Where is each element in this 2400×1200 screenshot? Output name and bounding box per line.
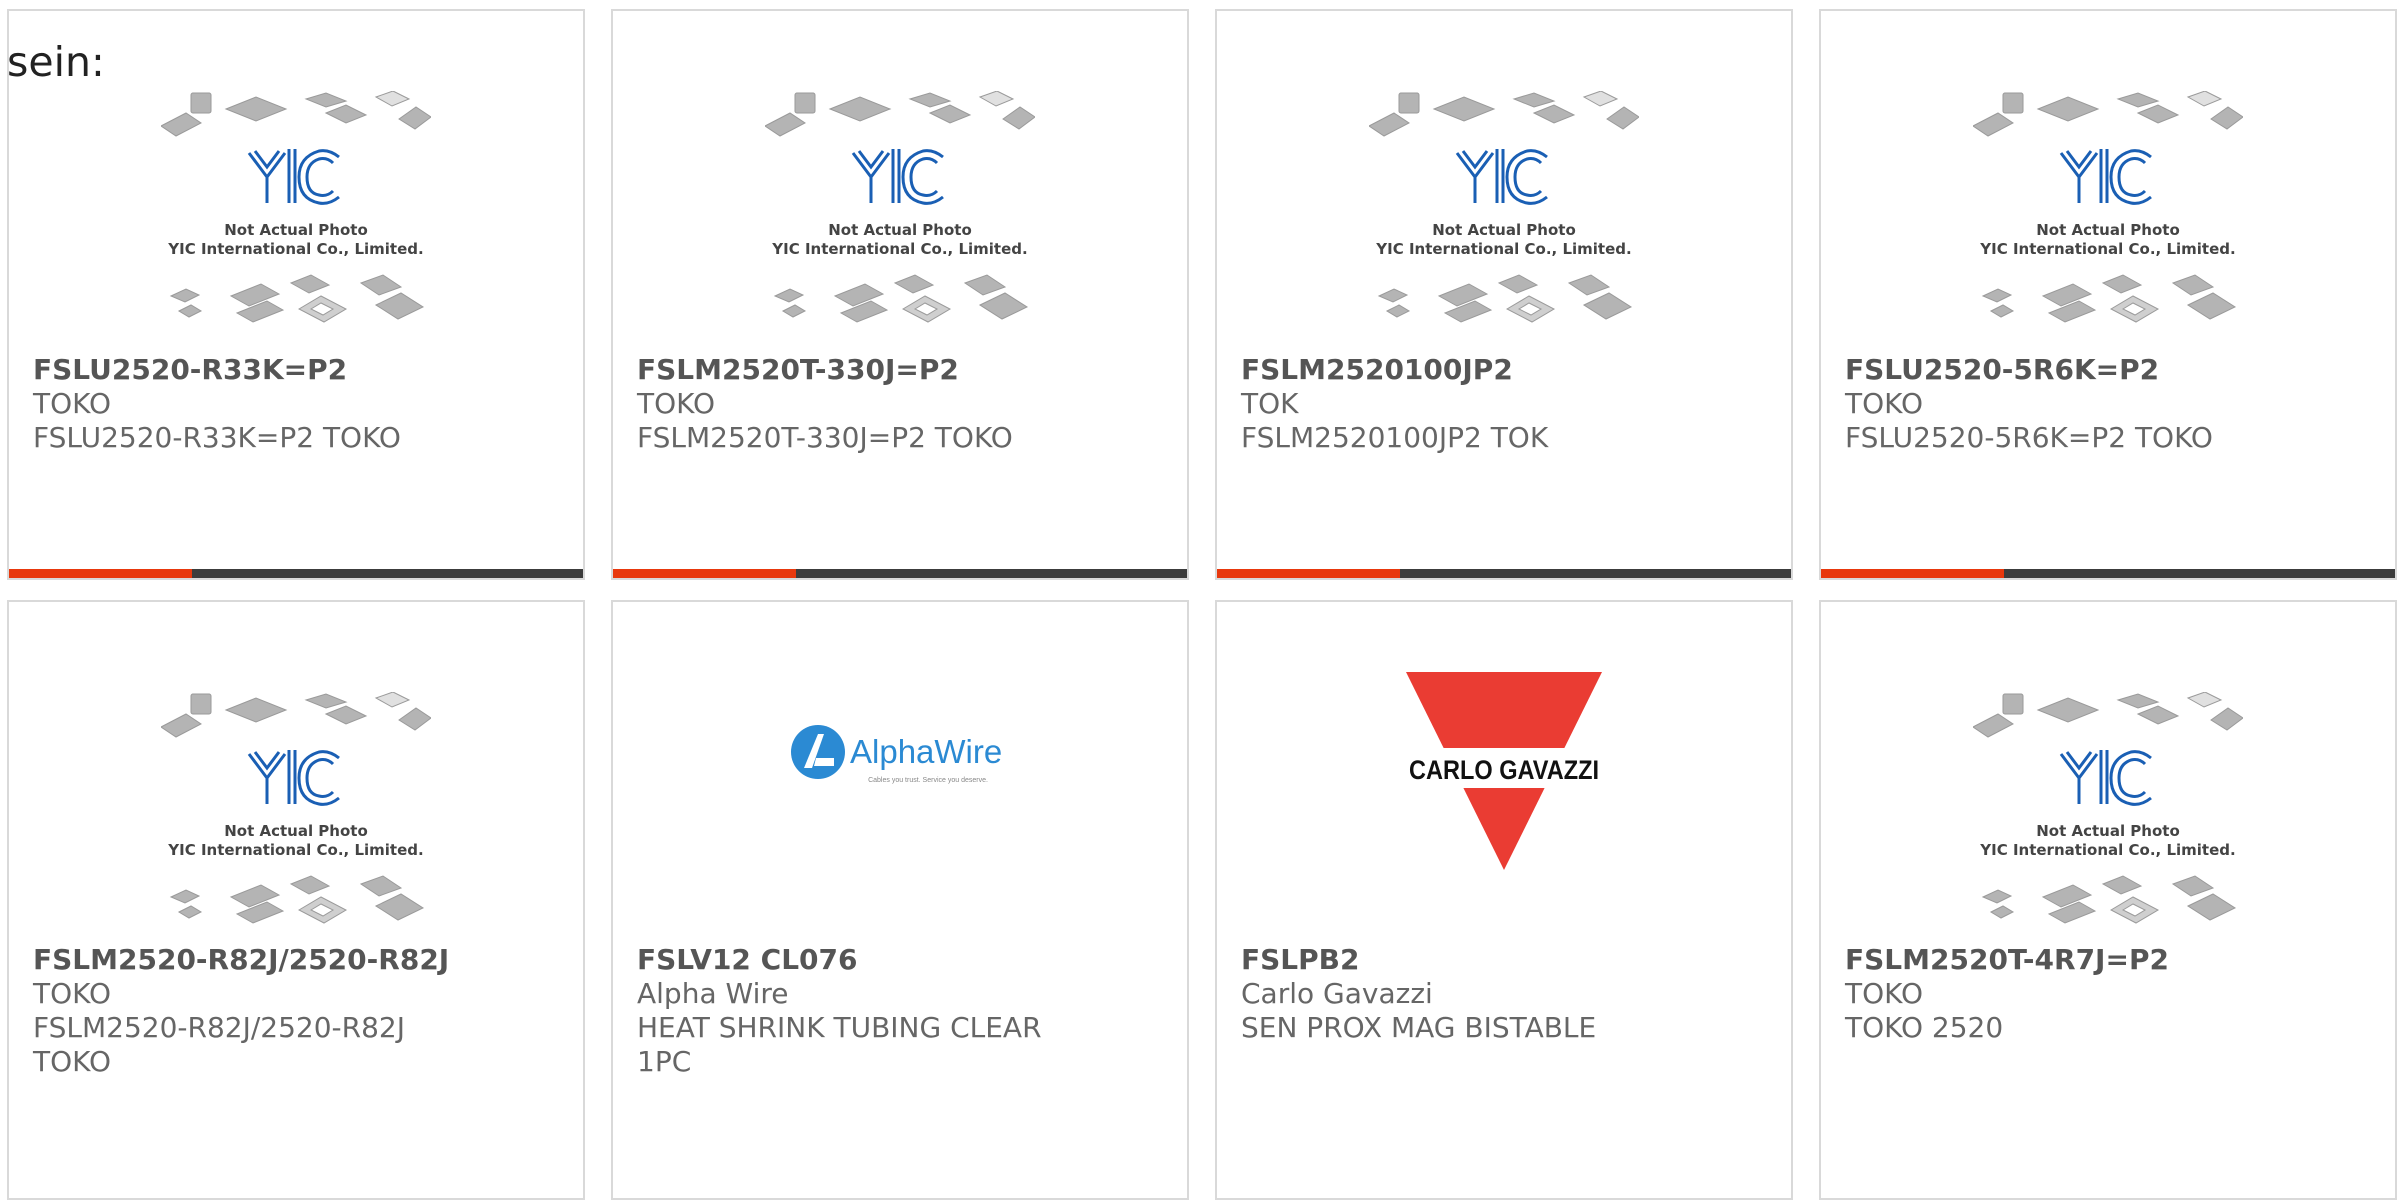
description: TOKO 2520 [1845, 1011, 2004, 1044]
description: FSLM2520T-330J=P2 TOKO [637, 421, 1013, 454]
manufacturer: TOKO [1845, 977, 1924, 1010]
alphawire-name: AlphaWire [850, 733, 1002, 770]
product-image[interactable]: Not Actual Photo YIC International Co., … [613, 91, 1187, 356]
carlo-gavazzi-name: CARLO GAVAZZI [1409, 755, 1599, 785]
product-info: FSLV12 CL076 Alpha Wire HEAT SHRINK TUBI… [637, 943, 1167, 1079]
description: SEN PROX MAG BISTABLE [1241, 1011, 1597, 1044]
product-grid: Not Actual Photo YIC International Co., … [0, 0, 2400, 1200]
card-footer-accent [9, 569, 192, 578]
yic-placeholder-image: Not Actual Photo YIC International Co., … [161, 91, 431, 323]
description: FSLM2520100JP2 TOK [1241, 421, 1549, 454]
product-info: FSLM2520T-330J=P2 TOKO FSLM2520T-330J=P2… [637, 353, 1167, 455]
product-card[interactable]: Not Actual Photo YIC International Co., … [1819, 9, 2397, 580]
product-image[interactable]: Not Actual Photo YIC International Co., … [9, 91, 583, 356]
product-card[interactable]: Not Actual Photo YIC International Co., … [1215, 9, 1793, 580]
description: FSLU2520-R33K=P2 TOKO [33, 421, 401, 454]
placeholder-line2: YIC International Co., Limited. [167, 240, 423, 258]
part-number[interactable]: FSLM2520-R82J/2520-R82J [33, 943, 563, 977]
product-card[interactable]: Not Actual Photo YIC International Co., … [611, 9, 1189, 580]
placeholder-line2: YIC International Co., Limited. [1979, 841, 2235, 859]
product-card[interactable]: Not Actual Photo YIC International Co., … [7, 9, 585, 580]
card-footer-bar [1821, 569, 2395, 578]
product-image[interactable]: AlphaWire Cables you trust. Service you … [613, 722, 1187, 802]
part-number[interactable]: FSLM2520100JP2 [1241, 353, 1771, 387]
card-footer-bar [9, 569, 583, 578]
part-number[interactable]: FSLM2520T-4R7J=P2 [1845, 943, 2375, 977]
part-number[interactable]: FSLM2520T-330J=P2 [637, 353, 1167, 387]
product-card[interactable]: AlphaWire Cables you trust. Service you … [611, 600, 1189, 1200]
product-image[interactable]: Not Actual Photo YIC International Co., … [1821, 91, 2395, 356]
yic-placeholder-image: Not Actual Photo YIC International Co., … [161, 692, 431, 924]
product-image[interactable]: CARLO GAVAZZI [1217, 672, 1791, 872]
manufacturer: Alpha Wire [637, 977, 789, 1010]
placeholder-line2: YIC International Co., Limited. [1979, 240, 2235, 258]
product-image[interactable]: Not Actual Photo YIC International Co., … [1821, 692, 2395, 957]
yic-placeholder-image: Not Actual Photo YIC International Co., … [765, 91, 1035, 323]
description: FSLU2520-5R6K=P2 TOKO [1845, 421, 2213, 454]
product-card[interactable]: Not Actual Photo YIC International Co., … [1819, 600, 2397, 1200]
product-info: FSLU2520-5R6K=P2 TOKO FSLU2520-5R6K=P2 T… [1845, 353, 2375, 455]
carlo-gavazzi-logo: CARLO GAVAZZI [1406, 672, 1602, 870]
lead-text: sein: [7, 38, 105, 86]
card-footer-bar [1217, 569, 1791, 578]
manufacturer: Carlo Gavazzi [1241, 977, 1433, 1010]
placeholder-line2: YIC International Co., Limited. [771, 240, 1027, 258]
part-number[interactable]: FSLU2520-5R6K=P2 [1845, 353, 2375, 387]
alphawire-logo: AlphaWire Cables you trust. Service you … [791, 725, 1002, 784]
placeholder-line1: Not Actual Photo [2036, 221, 2180, 239]
description: HEAT SHRINK TUBING CLEAR 1PC [637, 1011, 1042, 1078]
manufacturer: TOK [1241, 387, 1299, 420]
placeholder-line2: YIC International Co., Limited. [167, 841, 423, 859]
product-card[interactable]: Not Actual Photo YIC International Co., … [7, 600, 585, 1200]
card-footer-accent [1821, 569, 2004, 578]
placeholder-line1: Not Actual Photo [224, 822, 368, 840]
placeholder-line1: Not Actual Photo [2036, 822, 2180, 840]
product-card[interactable]: CARLO GAVAZZI FSLPB2 Carlo Gavazzi SEN P… [1215, 600, 1793, 1200]
product-info: FSLM2520-R82J/2520-R82J TOKO FSLM2520-R8… [33, 943, 563, 1079]
product-info: FSLM2520100JP2 TOK FSLM2520100JP2 TOK [1241, 353, 1771, 455]
placeholder-line1: Not Actual Photo [1432, 221, 1576, 239]
product-info: FSLU2520-R33K=P2 TOKO FSLU2520-R33K=P2 T… [33, 353, 563, 455]
description: FSLM2520-R82J/2520-R82J TOKO [33, 1011, 405, 1078]
manufacturer: TOKO [33, 387, 112, 420]
product-info: FSLPB2 Carlo Gavazzi SEN PROX MAG BISTAB… [1241, 943, 1771, 1045]
yic-placeholder-image: Not Actual Photo YIC International Co., … [1369, 91, 1639, 323]
placeholder-line1: Not Actual Photo [224, 221, 368, 239]
card-footer-bar [613, 569, 1187, 578]
part-number[interactable]: FSLV12 CL076 [637, 943, 1167, 977]
placeholder-line2: YIC International Co., Limited. [1375, 240, 1631, 258]
manufacturer: TOKO [33, 977, 112, 1010]
placeholder-line1: Not Actual Photo [828, 221, 972, 239]
part-number[interactable]: FSLPB2 [1241, 943, 1771, 977]
manufacturer: TOKO [637, 387, 716, 420]
manufacturer: TOKO [1845, 387, 1924, 420]
alphawire-tagline: Cables you trust. Service you deserve. [868, 777, 988, 784]
yic-placeholder-image: Not Actual Photo YIC International Co., … [1973, 692, 2243, 924]
card-footer-accent [1217, 569, 1400, 578]
part-number[interactable]: FSLU2520-R33K=P2 [33, 353, 563, 387]
card-footer-accent [613, 569, 796, 578]
product-image[interactable]: Not Actual Photo YIC International Co., … [9, 692, 583, 957]
yic-placeholder-image: Not Actual Photo YIC International Co., … [1973, 91, 2243, 323]
product-image[interactable]: Not Actual Photo YIC International Co., … [1217, 91, 1791, 356]
product-info: FSLM2520T-4R7J=P2 TOKO TOKO 2520 [1845, 943, 2375, 1045]
